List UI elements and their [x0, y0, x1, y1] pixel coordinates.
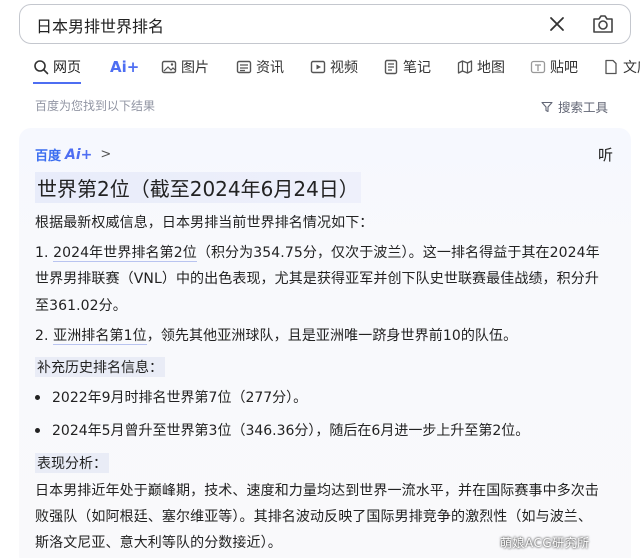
history-item-1: 2022年9月时排名世界第7位（277分）。 [52, 390, 308, 406]
answer-item-1-line-2: 世界男排联赛（VNL）中的出色表现，尤其是获得亚军并创下队史世联赛最佳战绩，积分… [35, 271, 599, 287]
tieba-icon [530, 60, 546, 74]
search-input[interactable]: 日本男排世界排名 [36, 13, 164, 37]
ai-brand-link[interactable]: 百度 Ai+ > [35, 145, 112, 165]
brand-ai: Ai+ [65, 146, 93, 163]
tab-tieba[interactable]: 贴吧 [530, 54, 578, 80]
search-box[interactable]: 日本男排世界排名 [19, 4, 631, 44]
watermark: 萌娘ACG研究所 [500, 536, 590, 550]
active-tab-indicator [33, 82, 81, 84]
tab-notes-label: 笔记 [403, 60, 431, 76]
analysis-line-1: 日本男排近年处于巅峰期，技术、速度和力量均达到世界一流水平，并在国际赛事中多次击 [35, 483, 599, 499]
tab-images[interactable]: 图片 [161, 54, 209, 80]
tab-news[interactable]: 资讯 [236, 54, 284, 80]
map-icon [457, 60, 473, 74]
tab-web[interactable]: 网页 [33, 54, 81, 80]
bullet-dot [35, 394, 40, 400]
image-icon [161, 60, 177, 74]
tab-ai[interactable]: Ai+ [110, 54, 139, 80]
tab-wenku[interactable]: 文库 [603, 54, 640, 80]
search-tools-button[interactable]: 搜索工具 [541, 97, 608, 116]
tab-news-label: 资讯 [256, 60, 284, 76]
tab-map-label: 地图 [477, 60, 505, 76]
tab-video[interactable]: 视频 [310, 54, 358, 80]
item-2-rest: ，领先其他亚洲球队，且是亚洲唯一跻身世界前10的队伍。 [146, 328, 518, 344]
item-2-prefix: 2. [35, 328, 54, 344]
tab-tieba-label: 贴吧 [550, 60, 578, 76]
brand-baidu: 百度 [35, 149, 62, 164]
answer-title: 世界第2位（截至2024年6月24日） [35, 172, 361, 203]
tab-video-label: 视频 [330, 60, 358, 76]
item-1-highlight: 2024年世界排名第2位 [53, 245, 197, 262]
doc-icon [605, 59, 617, 75]
item-1-prefix: 1. [35, 245, 54, 261]
chevron-right-icon: > [100, 147, 112, 162]
tab-map[interactable]: 地图 [457, 54, 505, 80]
answer-item-2: 2. 亚洲排名第1位，领先其他亚洲球队，且是亚洲唯一跻身世界前10的队伍。 [35, 325, 517, 345]
answer-intro: 根据最新权威信息，日本男排当前世界排名情况如下： [35, 215, 374, 231]
news-icon [236, 60, 252, 74]
video-icon [310, 60, 326, 74]
tab-wenku-label: 文库 [623, 60, 640, 76]
answer-item-1-line-3: 至361.02分。 [35, 298, 127, 314]
item-2-highlight: 亚洲排名第1位 [53, 328, 147, 345]
tab-ai-label: Ai+ [110, 58, 140, 76]
history-heading: 补充历史排名信息： [35, 357, 165, 377]
tab-notes[interactable]: 笔记 [383, 54, 431, 80]
search-icon [34, 60, 49, 75]
tab-images-label: 图片 [181, 60, 209, 76]
list-item: 2022年9月时排名世界第7位（277分）。 [35, 387, 307, 407]
analysis-heading: 表现分析： [35, 453, 109, 473]
tab-web-label: 网页 [53, 60, 81, 76]
note-icon [384, 59, 398, 75]
result-count: 百度为您找到以下结果 [35, 99, 156, 113]
clear-icon[interactable] [547, 14, 567, 34]
search-tools-label: 搜索工具 [558, 100, 609, 115]
bullet-dot [35, 427, 40, 433]
analysis-line-2: 败强队（如阿根廷、塞尔维亚等）。其排名波动反映了国际男排竞争的激烈性（如与波兰、 [35, 509, 592, 525]
camera-icon[interactable] [591, 13, 615, 35]
listen-button[interactable]: 听 [598, 144, 613, 165]
history-item-2: 2024年5月曾升至世界第3位（346.36分），随后在6月进一步上升至第2位。 [52, 423, 530, 439]
answer-item-1: 1. 2024年世界排名第2位（积分为354.75分，仅次于波兰）。这一排名得益… [35, 242, 600, 262]
item-1-rest: （积分为354.75分，仅次于波兰）。这一排名得益于其在2024年 [196, 245, 600, 261]
vertical-tabs: 网页 Ai+ 图片 资讯 视频 笔记 地图 贴吧 文库 [0, 54, 640, 84]
filter-icon [541, 101, 553, 112]
analysis-line-3: 斯洛文尼亚、意大利等队的分数接近）。 [35, 535, 282, 551]
list-item: 2024年5月曾升至世界第3位（346.36分），随后在6月进一步上升至第2位。 [35, 420, 529, 440]
